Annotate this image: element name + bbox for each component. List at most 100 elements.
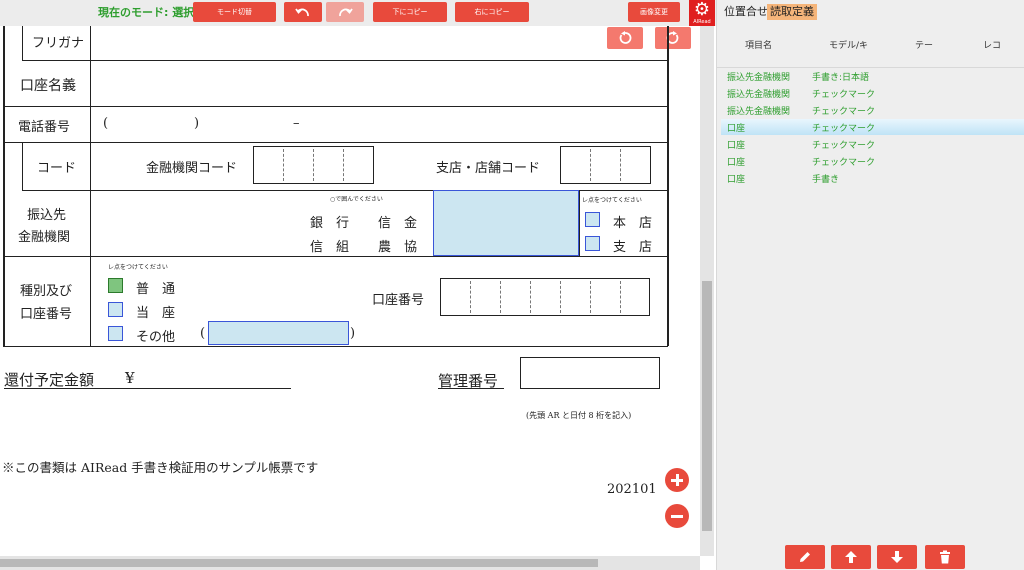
undo-button[interactable]	[284, 2, 322, 22]
bank-code-boxes[interactable]	[253, 146, 374, 184]
type-check-note: レ点をつけてください	[108, 264, 168, 271]
redo-button[interactable]	[326, 2, 364, 22]
code-label: コード	[37, 161, 77, 176]
bank-label-line1: 振込先	[27, 208, 67, 223]
minus-icon	[671, 514, 683, 518]
document-canvas[interactable]: フリガナ 口座名義 電話番号 ( ) – コード 金融機関コード 支店・店舗コー…	[0, 26, 700, 556]
row-line	[3, 346, 668, 347]
branch-code-boxes[interactable]	[560, 146, 651, 184]
form-code: 202101	[607, 482, 657, 497]
definition-row[interactable]: 振込先金融機関 手書き:日本語	[721, 68, 1024, 84]
move-down-button[interactable]	[877, 545, 917, 569]
column-re[interactable]: レコ	[983, 38, 1001, 51]
other-close-paren: )	[350, 326, 356, 341]
row-line	[3, 256, 668, 257]
management-underline	[438, 388, 504, 389]
account-type-label-line2: 口座番号	[20, 307, 73, 322]
definition-row[interactable]: 口座 チェックマーク	[721, 153, 1024, 169]
digit-divider	[620, 149, 621, 181]
sample-note: ※この書類は AIRead 手書き検証用のサンプル帳票です	[2, 460, 319, 475]
zoom-in-button[interactable]	[665, 468, 689, 492]
digit-divider	[343, 149, 344, 181]
definition-model: チェックマーク	[812, 90, 876, 100]
delete-button[interactable]	[925, 545, 965, 569]
trash-icon	[940, 550, 950, 564]
copy-down-button[interactable]: 下にコピー	[373, 2, 447, 22]
other-label: その他	[136, 330, 176, 345]
edit-button[interactable]	[785, 545, 825, 569]
redo-icon	[339, 8, 353, 17]
column-header: 項目名 モデル/キ テー レコ	[717, 28, 1024, 68]
definition-item-name: 口座	[727, 158, 746, 168]
account-number-boxes[interactable]	[440, 278, 650, 316]
plus-icon-stroke	[675, 474, 679, 486]
other-checkbox[interactable]	[108, 326, 123, 341]
digit-divider	[620, 281, 621, 313]
definition-row[interactable]: 振込先金融機関 チェックマーク	[721, 102, 1024, 118]
definition-row[interactable]: 口座 チェックマーク	[721, 136, 1024, 152]
horizontal-scrollbar[interactable]	[0, 556, 700, 570]
vertical-scrollbar[interactable]	[700, 26, 714, 556]
bank-type-shinkumi: 信 組	[310, 240, 350, 255]
ordinary-label: 普 通	[136, 282, 176, 297]
row-line	[3, 142, 668, 143]
move-up-button[interactable]	[831, 545, 871, 569]
definition-model: チェックマーク	[812, 124, 876, 134]
current-label: 当 座	[136, 306, 176, 321]
refund-underline	[4, 388, 291, 389]
main-branch-checkbox[interactable]	[585, 212, 600, 227]
account-name-label: 口座名義	[20, 78, 76, 94]
app-window: 現在のモード: 選択 モード切替 下にコピー 右にコピー 画像変更 ⚙ AIRe…	[0, 0, 1024, 570]
column-item-name[interactable]: 項目名	[745, 38, 772, 51]
current-checkbox[interactable]	[108, 302, 123, 317]
current-mode-label: 現在のモード: 選択	[98, 6, 195, 19]
definition-row[interactable]: 口座 チェックマーク	[721, 119, 1024, 135]
definition-item-name: 口座	[727, 175, 746, 185]
horizontal-scroll-thumb[interactable]	[0, 559, 598, 567]
definition-model: チェックマーク	[812, 107, 876, 117]
bank-name-field[interactable]	[433, 190, 579, 256]
branch-checkbox[interactable]	[585, 236, 600, 251]
bank-type-nokyo: 農 協	[378, 240, 418, 255]
phone-dash: –	[293, 116, 300, 131]
branch-check-note: レ点をつけてください	[582, 197, 642, 204]
digit-divider	[590, 281, 591, 313]
phone-open-paren: (	[103, 116, 109, 131]
code-indent-line	[22, 142, 23, 190]
form-border-right	[667, 26, 669, 346]
definition-panel: 位置合せ 読取定義 項目名 モデル/キ テー レコ 振込先金融機関 手書き:日本語…	[716, 0, 1024, 570]
definition-model: チェックマーク	[812, 158, 876, 168]
phone-label: 電話番号	[18, 120, 71, 135]
copy-right-button[interactable]: 右にコピー	[455, 2, 529, 22]
bank-label-line2: 金融機関	[18, 230, 71, 245]
settings-button[interactable]: ⚙ AIRead	[689, 0, 715, 26]
definition-item-name: 口座	[727, 141, 746, 151]
tab-alignment[interactable]: 位置合せ	[721, 4, 771, 20]
pencil-icon	[800, 552, 810, 562]
bank-type-shinkin: 信 金	[378, 216, 418, 231]
digit-divider	[560, 281, 561, 313]
tab-read-definition[interactable]: 読取定義	[767, 4, 817, 20]
brand-label: AIRead	[693, 19, 711, 25]
ordinary-checkbox[interactable]	[108, 278, 123, 293]
other-type-field[interactable]	[208, 321, 349, 345]
vertical-scroll-thumb[interactable]	[702, 281, 712, 531]
definition-model: 手書き:日本語	[812, 73, 870, 83]
refund-amount-label: 還付予定金額	[4, 371, 95, 389]
column-model[interactable]: モデル/キ	[829, 38, 868, 51]
definition-row[interactable]: 振込先金融機関 チェックマーク	[721, 85, 1024, 101]
digit-divider	[283, 149, 284, 181]
column-te[interactable]: テー	[915, 38, 933, 51]
rotate-left-button[interactable]	[607, 27, 643, 49]
zoom-out-button[interactable]	[665, 504, 689, 528]
management-note: (先頭 AR と日付 8 桁を記入)	[526, 411, 632, 420]
mode-toggle-button[interactable]: モード切替	[193, 2, 276, 22]
digit-divider	[500, 281, 501, 313]
image-change-button[interactable]: 画像変更	[628, 2, 680, 22]
digit-divider	[590, 149, 591, 181]
definition-row[interactable]: 口座 手書き	[721, 170, 1024, 186]
management-number-box[interactable]	[520, 357, 660, 389]
arrow-down-icon	[891, 551, 903, 563]
rotate-right-button[interactable]	[655, 27, 691, 49]
gear-icon: ⚙	[693, 0, 711, 20]
